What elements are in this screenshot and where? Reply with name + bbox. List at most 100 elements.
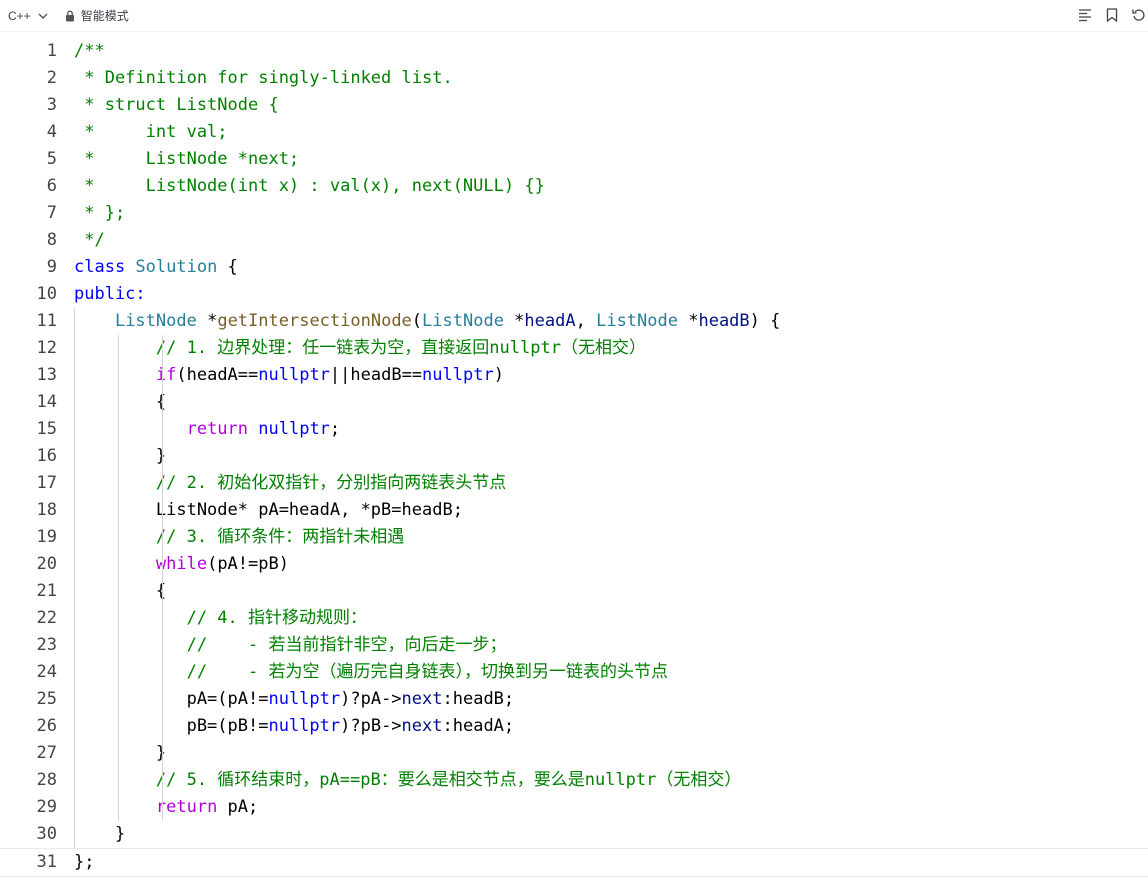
- line-number: 6: [46, 176, 57, 196]
- mode-label: 智能模式: [80, 9, 129, 23]
- code-token: pA;: [217, 797, 259, 817]
- code-text: pB=(pB!=nullptr)?pB->next:headA;: [74, 713, 515, 740]
- code-line[interactable]: 18 ListNode* pA=headA, *pB=headB;: [0, 497, 1148, 524]
- code-token: };: [74, 852, 95, 872]
- code-line[interactable]: 19 // 3. 循环条件：两指针未相遇: [0, 524, 1148, 551]
- line-number: 2: [46, 68, 57, 88]
- code-text: // 5. 循环结束时，pA==pB：要么是相交节点，要么是nullptr（无相…: [74, 767, 741, 794]
- code-line[interactable]: 3 * struct ListNode {: [0, 92, 1148, 119]
- line-number: 5: [46, 149, 57, 169]
- code-line[interactable]: 5 * ListNode *next;: [0, 146, 1148, 173]
- line-number: 19: [36, 527, 57, 547]
- code-line[interactable]: 9 class Solution {: [0, 254, 1148, 281]
- code-token: *: [677, 311, 699, 331]
- code-line[interactable]: 2 * Definition for singly-linked list.: [0, 65, 1148, 92]
- code-line[interactable]: 22 // 4. 指针移动规则：: [0, 605, 1148, 632]
- mode-indicator[interactable]: 智能模式: [65, 7, 129, 24]
- language-label: C++: [8, 8, 31, 23]
- code-token: // 4. 指针移动规则：: [186, 608, 368, 628]
- indent-guide: [74, 308, 75, 848]
- chevron-down-icon: [38, 13, 48, 19]
- code-token: }: [74, 824, 126, 844]
- code-editor[interactable]: 1 /** 2 * Definition for singly-linked lis…: [0, 38, 1148, 882]
- line-number: 30: [36, 824, 57, 844]
- code-token: next: [401, 689, 443, 709]
- code-token: headA: [524, 311, 576, 331]
- code-token: ListNode: [114, 311, 197, 331]
- line-number: 20: [36, 554, 57, 574]
- code-line[interactable]: 25 pA=(pA!=nullptr)?pA->next:headB;: [0, 686, 1148, 713]
- code-line[interactable]: 10 public:: [0, 281, 1148, 308]
- code-token: Solution: [135, 257, 218, 277]
- code-token: /**: [74, 41, 105, 61]
- code-line[interactable]: 27 }: [0, 740, 1148, 767]
- line-number: 9: [46, 257, 57, 277]
- code-text: * };: [74, 200, 125, 227]
- bookmark-icon[interactable]: [1103, 6, 1121, 24]
- code-line[interactable]: 20 while(pA!=pB): [0, 551, 1148, 578]
- code-text: /**: [74, 38, 105, 65]
- code-token: nullptr: [422, 365, 494, 385]
- code-line[interactable]: 12 // 1. 边界处理：任一链表为空，直接返回nullptr（无相交）: [0, 335, 1148, 362]
- line-number: 28: [36, 770, 57, 790]
- code-token: )?pB->: [340, 716, 402, 736]
- code-line[interactable]: 14 {: [0, 389, 1148, 416]
- format-icon[interactable]: [1076, 6, 1094, 24]
- code-token: ;: [329, 419, 341, 439]
- code-token: * Definition for singly-linked list.: [74, 68, 453, 88]
- line-number: 7: [46, 203, 57, 223]
- line-number: 3: [46, 95, 57, 115]
- reset-icon[interactable]: [1130, 6, 1148, 24]
- code-line[interactable]: 21 {: [0, 578, 1148, 605]
- code-token: * struct ListNode {: [74, 95, 279, 115]
- language-selector[interactable]: C++: [8, 9, 49, 23]
- code-text: ListNode* pA=headA, *pB=headB;: [74, 497, 463, 524]
- code-line[interactable]: 31};: [0, 848, 1148, 877]
- code-token: {: [74, 392, 167, 412]
- code-text: */: [74, 227, 104, 254]
- code-line[interactable]: 17 // 2. 初始化双指针，分别指向两链表头节点: [0, 470, 1148, 497]
- code-token: // 1. 边界处理：任一链表为空，直接返回nullptr（无相交）: [155, 338, 646, 358]
- code-line[interactable]: 1 /**: [0, 38, 1148, 65]
- code-token: ListNode: [422, 311, 504, 331]
- code-token: (: [411, 311, 423, 331]
- code-token: while: [155, 554, 208, 574]
- code-text: while(pA!=pB): [74, 551, 289, 578]
- code-line[interactable]: 13 if(headA==nullptr||headB==nullptr): [0, 362, 1148, 389]
- code-line[interactable]: 11 ListNode *getIntersectionNode(ListNod…: [0, 308, 1148, 335]
- code-line[interactable]: 4 * int val;: [0, 119, 1148, 146]
- code-line[interactable]: 29 return pA;: [0, 794, 1148, 821]
- code-token: getIntersectionNode: [217, 311, 412, 331]
- code-text: {: [74, 578, 166, 605]
- code-text: return nullptr;: [74, 416, 341, 443]
- code-text: return pA;: [74, 794, 258, 821]
- code-line[interactable]: 15 return nullptr;: [0, 416, 1148, 443]
- code-text: // 3. 循环条件：两指针未相遇: [74, 524, 404, 551]
- code-line[interactable]: 16 }: [0, 443, 1148, 470]
- code-line[interactable]: 28 // 5. 循环结束时，pA==pB：要么是相交节点，要么是nullptr…: [0, 767, 1148, 794]
- code-token: ): [493, 365, 504, 385]
- line-number: 17: [36, 473, 57, 493]
- code-line[interactable]: 23 // - 若当前指针非空，向后走一步；: [0, 632, 1148, 659]
- code-text: class Solution {: [74, 254, 238, 281]
- code-line[interactable]: 7 * };: [0, 200, 1148, 227]
- code-line[interactable]: 30 }: [0, 821, 1148, 848]
- line-number: 26: [36, 716, 57, 736]
- code-line[interactable]: 6 * ListNode(int x) : val(x), next(NULL)…: [0, 173, 1148, 200]
- code-text: {: [74, 389, 166, 416]
- code-line[interactable]: 24 // - 若为空（遍历完自身链表），切换到另一链表的头节点: [0, 659, 1148, 686]
- code-token: ListNode: [596, 311, 678, 331]
- code-line[interactable]: 8 */: [0, 227, 1148, 254]
- lock-icon: [65, 10, 74, 21]
- code-line[interactable]: 26 pB=(pB!=nullptr)?pB->next:headA;: [0, 713, 1148, 740]
- code-token: * int val;: [74, 122, 228, 142]
- line-number: 21: [36, 581, 57, 601]
